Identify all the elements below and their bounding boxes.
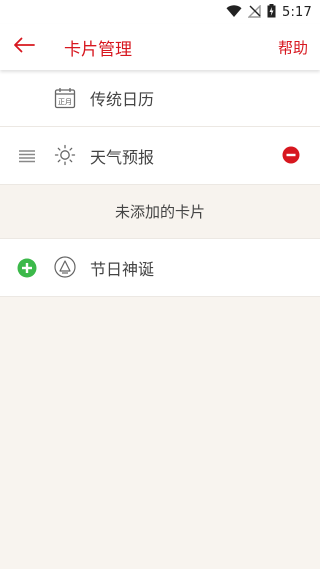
plus-circle-icon <box>17 258 37 278</box>
bell-icon <box>54 256 76 278</box>
card-row-festivals: 节日神诞 <box>0 239 320 297</box>
page-title: 卡片管理 <box>64 39 132 60</box>
card-label: 天气预报 <box>90 147 155 167</box>
unadded-section-header: 未添加的卡片 <box>0 185 320 239</box>
arrow-left-icon <box>13 37 35 57</box>
card-label: 传统日历 <box>90 90 155 109</box>
status-bar: 5:17 <box>0 0 320 24</box>
add-card-button[interactable] <box>17 258 37 282</box>
wifi-icon <box>226 3 242 22</box>
back-button[interactable] <box>0 24 48 70</box>
drag-handle-icon[interactable] <box>18 148 36 167</box>
card-label: 节日神诞 <box>90 259 155 279</box>
no-signal-icon <box>247 3 261 22</box>
help-button[interactable]: 帮助 <box>278 37 308 58</box>
minus-circle-icon <box>282 146 300 164</box>
calendar-icon: 正月 <box>54 87 76 109</box>
remove-card-button[interactable] <box>282 146 300 168</box>
app-bar: 卡片管理 帮助 <box>0 24 320 70</box>
sun-icon <box>54 144 76 166</box>
card-list: 正月 传统日历 天气预报 未添加的卡片 节日神诞 <box>0 70 320 297</box>
calendar-icon-text: 正月 <box>58 98 72 106</box>
battery-charging-icon <box>267 3 276 22</box>
card-row-traditional-calendar: 正月 传统日历 <box>0 70 320 127</box>
card-row-weather: 天气预报 <box>0 127 320 185</box>
status-time: 5:17 <box>282 4 312 20</box>
